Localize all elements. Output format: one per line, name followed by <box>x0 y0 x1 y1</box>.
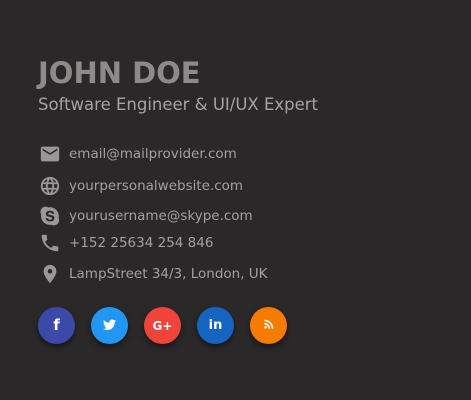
profile-title: Software Engineer & UI/UX Expert <box>38 95 319 114</box>
rss-button[interactable] <box>250 307 287 344</box>
skype-icon <box>38 204 62 228</box>
linkedin-button[interactable]: in <box>197 307 234 344</box>
contact-phone[interactable]: +152 25634 254 846 <box>38 231 213 255</box>
google-plus-button[interactable]: G+ <box>144 307 181 344</box>
contact-email[interactable]: email@mailprovider.com <box>38 142 237 166</box>
contact-skype[interactable]: yourusername@skype.com <box>38 204 253 228</box>
contact-website[interactable]: yourpersonalwebsite.com <box>38 174 243 198</box>
contact-address-text: LampStreet 34/3, London, UK <box>69 266 268 282</box>
facebook-icon: f <box>53 316 60 334</box>
contact-email-text: email@mailprovider.com <box>69 146 237 162</box>
phone-icon <box>38 231 62 255</box>
contact-website-text: yourpersonalwebsite.com <box>69 178 244 194</box>
contact-phone-text: +152 25634 254 846 <box>69 235 214 251</box>
location-pin-icon <box>38 262 62 286</box>
facebook-button[interactable]: f <box>38 307 75 344</box>
mail-icon <box>38 142 62 166</box>
google-plus-icon: G+ <box>152 318 173 333</box>
twitter-button[interactable] <box>91 307 128 344</box>
contact-skype-text: yourusername@skype.com <box>69 208 253 224</box>
twitter-icon <box>102 317 117 335</box>
linkedin-icon: in <box>208 318 223 333</box>
globe-icon <box>38 174 62 198</box>
rss-icon <box>262 317 276 334</box>
profile-name: JOHN DOE <box>38 56 201 90</box>
contact-address[interactable]: LampStreet 34/3, London, UK <box>38 262 268 286</box>
social-links: f G+ in <box>38 307 303 344</box>
profile-card: JOHN DOE Software Engineer & UI/UX Exper… <box>0 0 471 400</box>
